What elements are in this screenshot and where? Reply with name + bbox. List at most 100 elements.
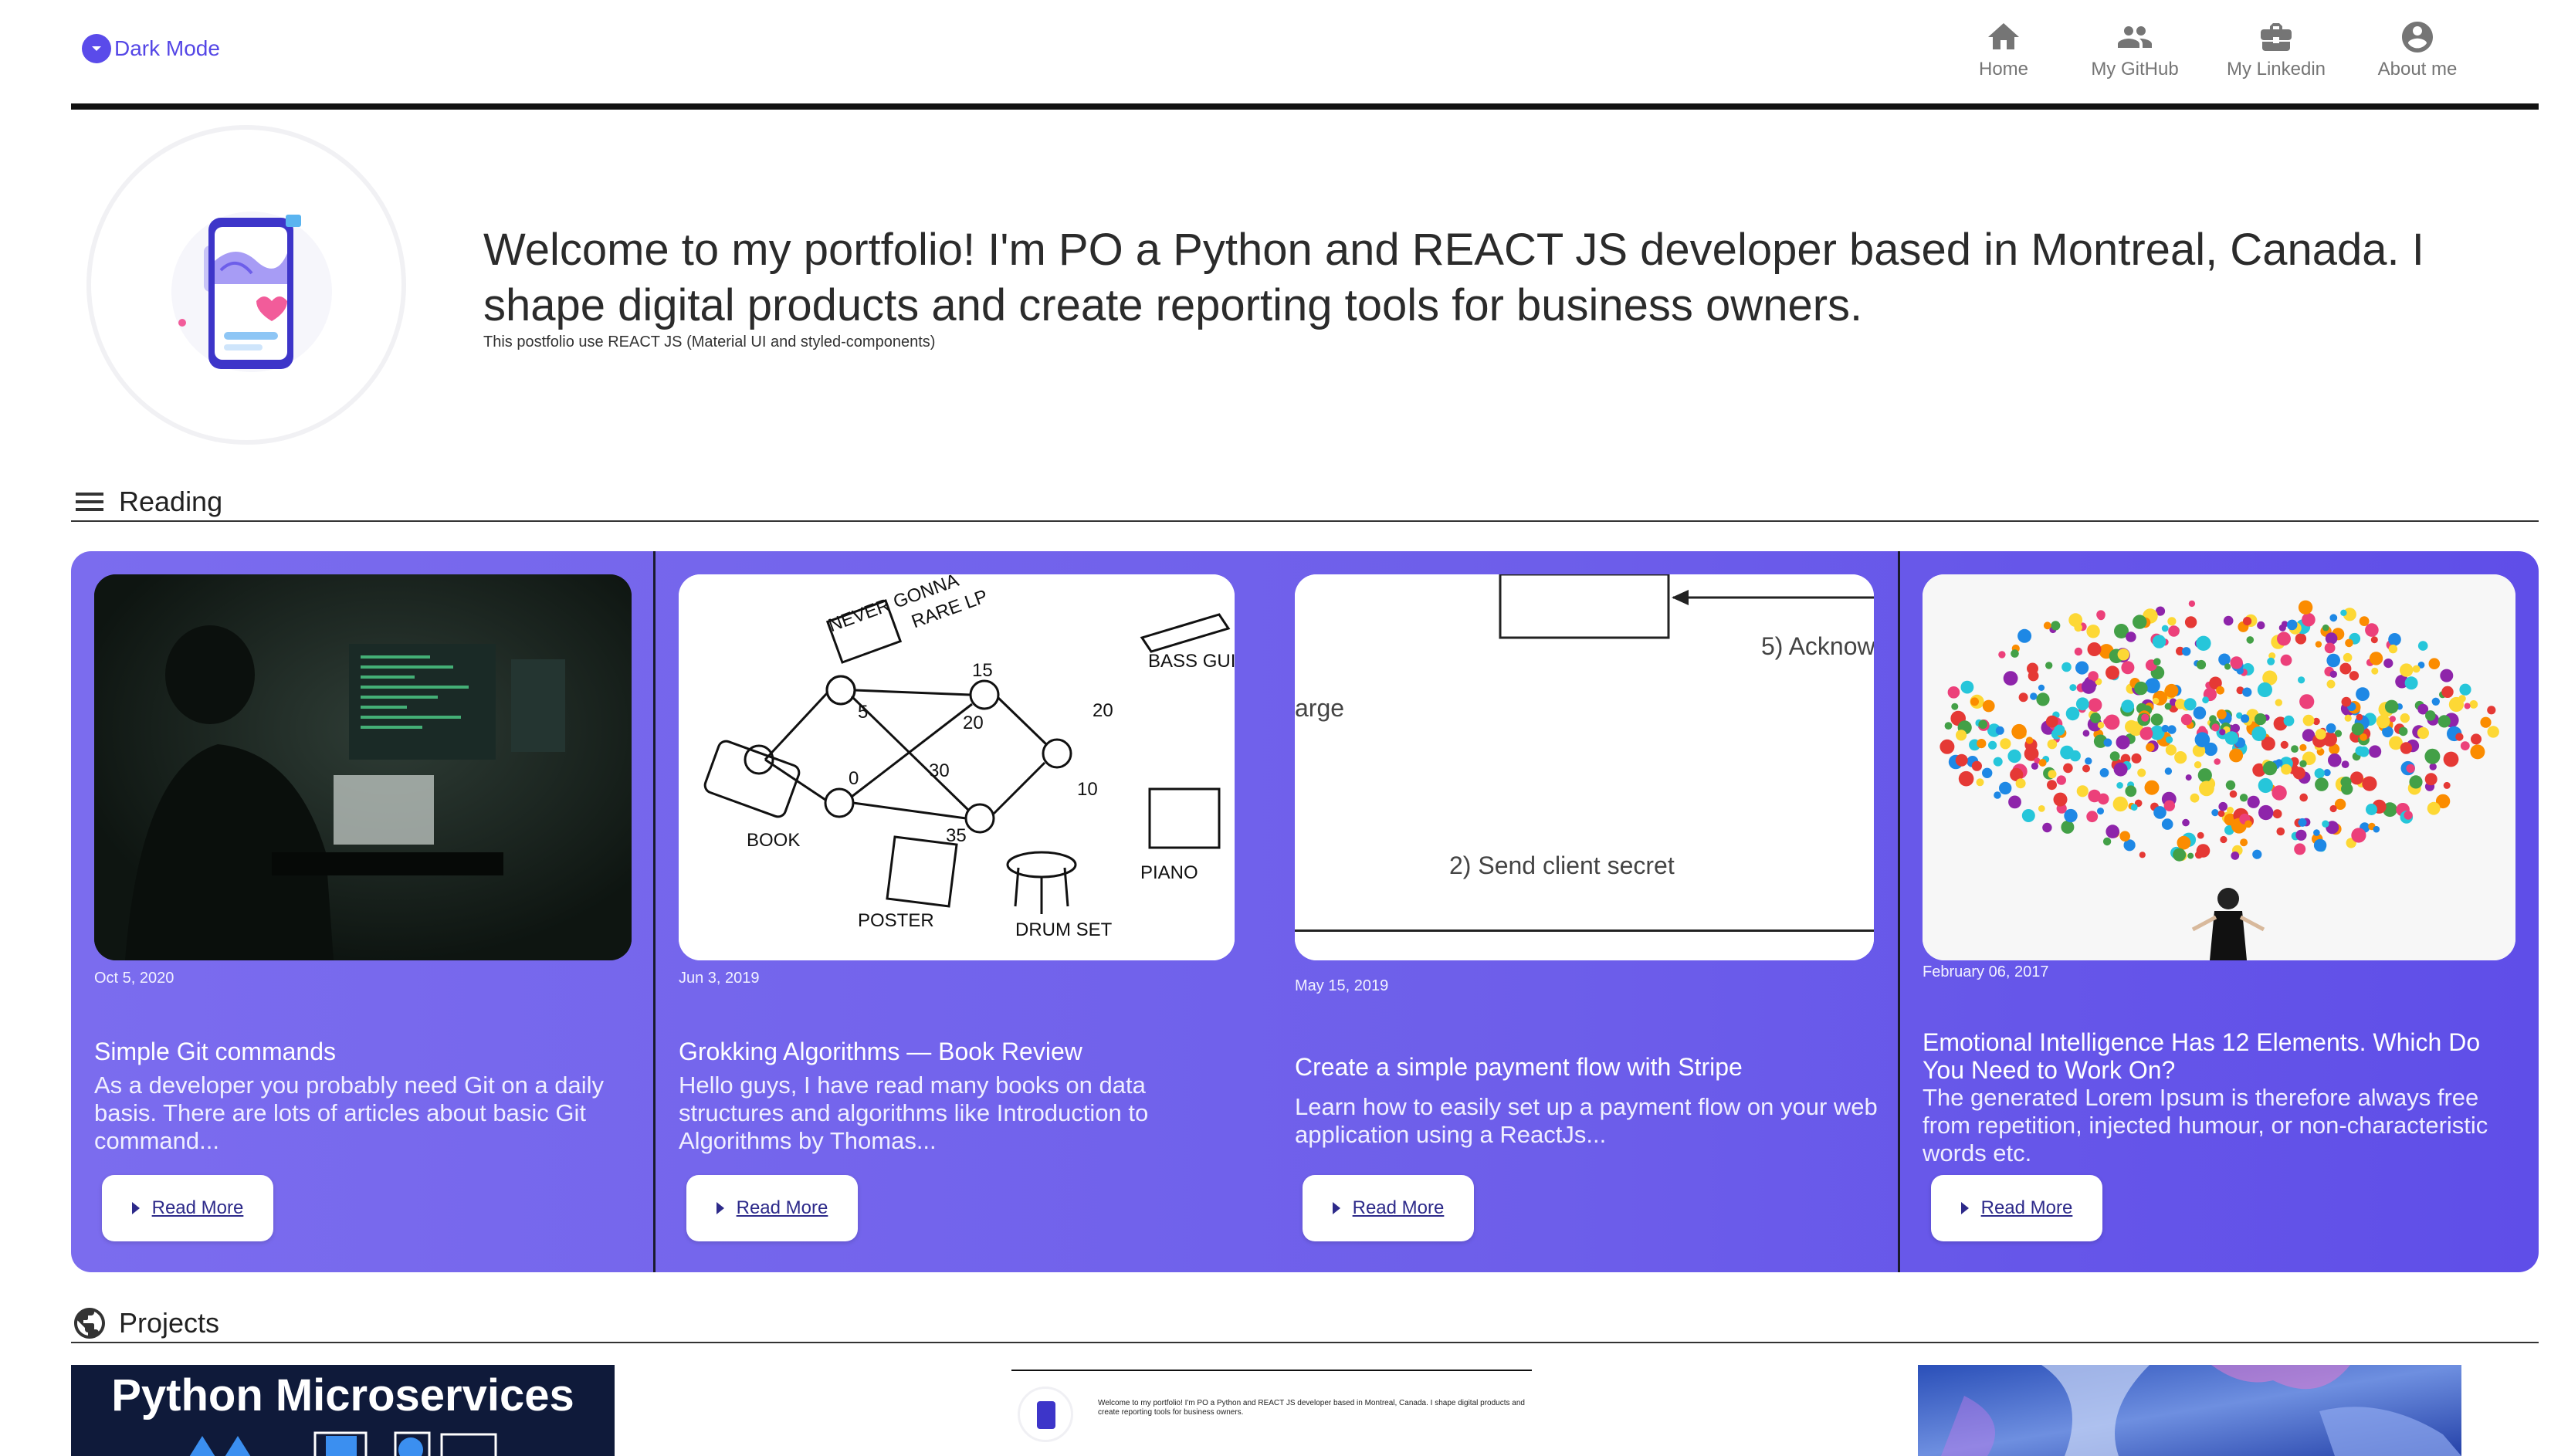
candy-dot [2088, 789, 2101, 803]
card-title[interactable]: Simple Git commands [94, 1038, 635, 1065]
card-description: The generated Lorem Ipsum is therefore a… [1923, 1084, 2488, 1166]
card-image-git[interactable] [94, 574, 632, 960]
candy-dot [2366, 804, 2377, 815]
projects-section-rule [71, 1342, 2539, 1343]
candy-dot [2365, 623, 2379, 637]
card-image-candies[interactable] [1923, 574, 2515, 960]
header-divider [71, 103, 2539, 110]
project-card-microservices[interactable]: Python Microservices [71, 1365, 615, 1456]
candy-dot [2038, 759, 2047, 767]
projects-section-header: Projects [71, 1305, 219, 1342]
reading-section-title: Reading [119, 486, 223, 517]
sketch-label: BOOK [747, 830, 800, 851]
card-image-stripe[interactable]: 5) Acknow arge 2) Send client secret [1295, 574, 1874, 960]
candy-dot [2164, 683, 2179, 698]
candy-dot [2220, 835, 2227, 844]
project-card-map[interactable] [1918, 1365, 2461, 1456]
candy-dot [2117, 648, 2129, 661]
candy-dot [2351, 723, 2365, 736]
candy-dot [2299, 793, 2308, 802]
card-date: Jun 3, 2019 [679, 970, 760, 987]
candy-dot [2225, 780, 2236, 791]
read-more-button[interactable]: Read More [1931, 1175, 2102, 1241]
candy-dot [2257, 621, 2265, 630]
candy-dot [2161, 625, 2169, 632]
candy-dot [2292, 767, 2305, 780]
candy-dot [2219, 729, 2226, 736]
globe-icon [74, 1308, 105, 1339]
candy-dot [2429, 763, 2437, 770]
candy-dot [2283, 715, 2295, 726]
project-card-portfolio[interactable]: Welcome to my portfolio! I'm PO a Python… [1008, 1365, 1535, 1456]
card-description: Learn how to easily set up a payment flo… [1295, 1093, 1878, 1148]
candy-dot [2272, 785, 2287, 801]
candy-dot [2113, 762, 2128, 777]
card-title[interactable]: Emotional Intelligence Has 12 Elements. … [1923, 1028, 2525, 1084]
candy-dot [2373, 825, 2380, 833]
candy-dot [2246, 636, 2255, 644]
candy-dot [2134, 681, 2148, 696]
candy-dot [2011, 649, 2019, 658]
candy-dot [2257, 682, 2272, 698]
read-more-label: Read More [151, 1197, 244, 1218]
candy-dot [2106, 825, 2119, 838]
sketch-label: 35 [946, 825, 967, 846]
diagram-label: arge [1295, 694, 1344, 722]
candy-dot [1960, 680, 1974, 694]
candy-dot [2339, 662, 2352, 675]
shapes-icon [189, 1431, 497, 1456]
candy-dot [1971, 760, 1982, 771]
candy-dot [2247, 795, 2260, 808]
dark-mode-toggle[interactable]: Dark Mode [82, 34, 220, 63]
card-image-algorithms[interactable]: NEVER GONNA RARE LP BASS GUITAR 15 5 20 … [679, 574, 1235, 960]
candy-dot [2173, 848, 2187, 862]
candy-dot [2350, 771, 2363, 785]
candy-dot [2214, 758, 2221, 765]
candy-dot [2417, 641, 2428, 651]
candy-dot [2370, 636, 2378, 644]
candy-dot [2389, 716, 2396, 723]
candy-dot [2329, 804, 2337, 813]
candy-dot [2075, 661, 2089, 675]
card-title[interactable]: Create a simple payment flow with Stripe [1295, 1053, 1882, 1081]
candy-dot [2325, 632, 2338, 645]
candy-dot [2400, 663, 2414, 677]
candy-dot [2099, 768, 2109, 777]
candy-dot [2164, 767, 2173, 775]
nav-linkedin[interactable]: My Linkedin [2200, 19, 2352, 80]
play-arrow-icon [131, 1202, 140, 1214]
read-more-button[interactable]: Read More [102, 1175, 273, 1241]
candy-dot [2182, 818, 2190, 827]
candy-dot [2183, 698, 2197, 711]
candy-dot [2400, 713, 2410, 723]
candy-dot [2230, 656, 2243, 669]
candy-dot [2042, 822, 2052, 833]
read-more-button[interactable]: Read More [1303, 1175, 1474, 1241]
candy-dot [2340, 609, 2347, 616]
candy-dot [2125, 720, 2138, 733]
play-arrow-icon [1332, 1202, 1340, 1214]
candy-dot [2003, 671, 2018, 686]
candy-dot [2086, 625, 2100, 638]
nav-github[interactable]: My GitHub [2069, 19, 2200, 80]
candy-dot [1982, 767, 1993, 778]
candy-dot [2428, 658, 2441, 669]
menu-icon [76, 493, 103, 511]
sketch-label: 0 [849, 768, 859, 789]
sketch-label: DRUM SET [1015, 919, 1113, 940]
candy-dot [2326, 653, 2340, 668]
candy-dot [2216, 686, 2224, 695]
dark-mode-label: Dark Mode [114, 36, 220, 60]
nav-home[interactable]: Home [1938, 19, 2069, 80]
read-more-button[interactable]: Read More [686, 1175, 858, 1241]
candy-dot [2217, 810, 2225, 818]
candy-dot [2218, 801, 2227, 811]
candy-dot [1977, 739, 1987, 749]
candy-dot [2061, 662, 2072, 672]
candy-dot [2280, 654, 2292, 666]
candy-dot [2326, 723, 2336, 733]
candy-dot [1970, 697, 1979, 706]
reading-section-rule [71, 520, 2539, 522]
nav-about[interactable]: About me [2352, 19, 2483, 80]
card-title[interactable]: Grokking Algorithms — Book Review [679, 1038, 1250, 1065]
